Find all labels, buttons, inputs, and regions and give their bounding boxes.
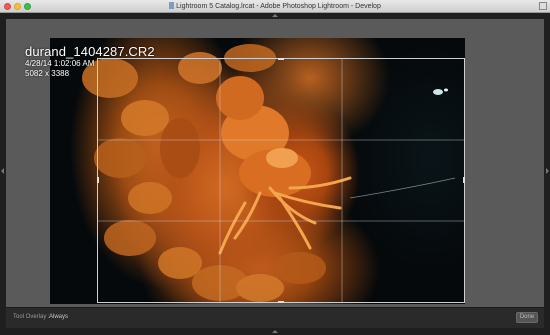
crop-handle-right-center[interactable] <box>463 177 465 183</box>
fullscreen-button[interactable] <box>539 2 547 10</box>
photo-info-overlay: durand_1404287.CR2 4/28/14 1:02:06 AM 50… <box>25 44 155 79</box>
crop-grid-overlay <box>98 59 464 302</box>
crop-frame[interactable] <box>97 58 465 303</box>
photo-filename: durand_1404287.CR2 <box>25 44 155 59</box>
done-button[interactable]: Done <box>516 312 538 323</box>
triangle-up-icon[interactable] <box>272 14 278 17</box>
triangle-left-icon[interactable] <box>1 168 4 174</box>
document-icon <box>169 2 175 9</box>
title-bar: Lightroom 5 Catalog.lrcat - Adobe Photos… <box>0 0 550 13</box>
lightroom-window: Lightroom 5 Catalog.lrcat - Adobe Photos… <box>0 0 550 335</box>
window-title: Lightroom 5 Catalog.lrcat - Adobe Photos… <box>176 3 381 10</box>
triangle-right-icon[interactable] <box>546 168 549 174</box>
photo-capture-datetime: 4/28/14 1:02:06 AM <box>25 59 95 68</box>
crop-handle-bottom-center[interactable] <box>278 301 284 303</box>
develop-work-area[interactable]: durand_1404287.CR2 4/28/14 1:02:06 AM 50… <box>6 19 544 307</box>
triangle-up-icon[interactable] <box>272 330 278 333</box>
crop-handle-top-center[interactable] <box>278 58 284 60</box>
crop-handle-left-center[interactable] <box>97 177 99 183</box>
window-title-container: Lightroom 5 Catalog.lrcat - Adobe Photos… <box>0 1 550 12</box>
tool-overlay-select[interactable]: Always <box>49 314 68 320</box>
photo-dimensions: 5082 x 3388 <box>25 69 70 78</box>
develop-toolbar: Tool Overlay : Always Done <box>6 307 544 328</box>
tool-overlay-label: Tool Overlay : <box>13 314 50 320</box>
